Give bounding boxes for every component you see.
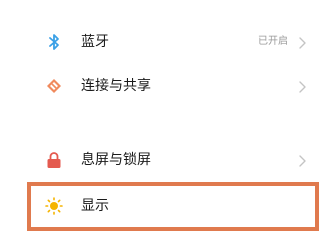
lock-icon: [45, 151, 63, 169]
chevron-right-icon: [298, 35, 308, 49]
bluetooth-status: 已开启: [258, 36, 288, 47]
settings-screen: 蓝牙 已开启 连接与共享 息屏与锁屏 显示: [0, 0, 324, 240]
settings-item-label: 显示: [81, 198, 109, 214]
settings-item-label: 蓝牙: [81, 34, 109, 50]
settings-item-display[interactable]: 显示: [0, 184, 324, 228]
chevron-right-icon: [298, 79, 308, 93]
settings-item-connection-share[interactable]: 连接与共享: [0, 64, 324, 108]
settings-item-label: 息屏与锁屏: [81, 152, 151, 168]
settings-item-label: 连接与共享: [81, 78, 151, 94]
settings-item-bluetooth[interactable]: 蓝牙 已开启: [0, 20, 324, 64]
sun-icon: [45, 197, 63, 215]
bluetooth-icon: [45, 33, 63, 51]
connection-share-icon: [45, 77, 63, 95]
chevron-right-icon: [298, 153, 308, 167]
settings-item-lock-screen[interactable]: 息屏与锁屏: [0, 138, 324, 182]
